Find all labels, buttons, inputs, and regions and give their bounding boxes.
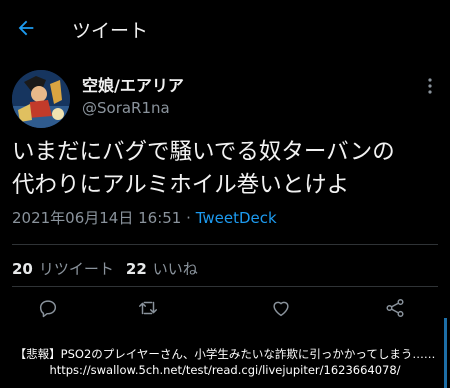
tweet-meta: 2021年06月14日 16:51 · TweetDeck [12,207,277,228]
avatar[interactable] [12,70,70,128]
caption-headline: 【悲報】PSO2のプレイヤーさん、小学生みたいな詐欺に引っかかってしまう…… [14,347,436,361]
retweet-button[interactable] [136,296,160,320]
tweet-text: いまだにバグで騒いでる奴ターバンの 代わりにアルミホイル巻いとけよ [12,136,442,202]
more-vertical-icon [428,78,432,94]
divider [12,286,438,287]
share-icon [386,299,404,317]
share-button[interactable] [383,296,407,320]
page-title: ツイート [72,20,149,42]
reply-icon [39,300,57,318]
top-bar: ツイート [0,0,450,56]
user-handle[interactable]: @SoraR1na [82,99,170,117]
more-options-button[interactable] [421,76,439,96]
source-caption: 【悲報】PSO2のプレイヤーさん、小学生みたいな詐欺に引っかかってしまう…… h… [0,346,450,378]
tweet-text-line: いまだにバグで騒いでる奴ターバンの [12,139,395,165]
caption-url: https://swallow.5ch.net/test/read.cgi/li… [49,363,401,377]
meta-separator: · [186,209,191,227]
like-button[interactable] [269,296,293,320]
tweet-timestamp[interactable]: 2021年06月14日 16:51 [12,209,181,227]
avatar-image [12,70,70,128]
tweet-source-link[interactable]: TweetDeck [196,209,277,227]
divider [12,244,438,245]
likes-count: 22 [125,260,147,278]
tweet-stats: 20 リツイート 22 いいね [12,258,198,279]
retweets-count: 20 [12,260,33,278]
display-name[interactable]: 空娘/エアリア [82,72,184,96]
likes-label: いいね [152,260,198,278]
arrow-left-icon [18,20,34,36]
reply-button[interactable] [36,296,60,320]
retweets-label: リツイート [38,260,114,278]
tweet-text-line: 代わりにアルミホイル巻いとけよ [12,172,350,198]
back-button[interactable] [14,16,38,40]
like-icon [273,301,289,317]
retweet-icon [139,301,157,315]
likes-stat[interactable]: 22 いいね [126,260,198,278]
retweets-stat[interactable]: 20 リツイート [12,260,114,278]
